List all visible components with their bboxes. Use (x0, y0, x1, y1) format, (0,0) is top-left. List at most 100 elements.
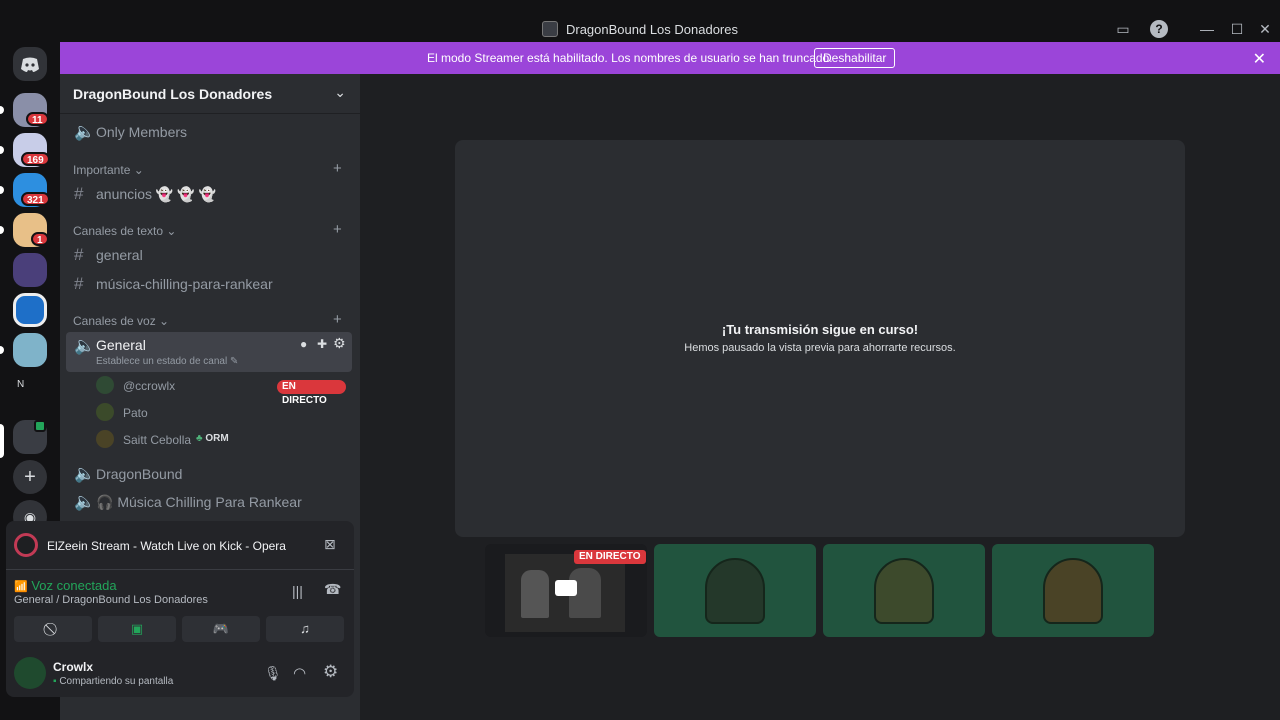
screen-share-button[interactable]: ▣ (98, 616, 176, 642)
channel-label: general (96, 247, 143, 263)
channel-label: anuncios 👻 👻 👻 (96, 186, 217, 202)
voice-user-name: @ccrowlx (123, 379, 176, 393)
voice-connected-status[interactable]: 📶 Voz conectada (14, 578, 117, 593)
voice-user-name: Saitt Cebolla (123, 433, 192, 447)
server-5[interactable] (13, 253, 47, 287)
inbox-icon[interactable]: ▭ (1114, 20, 1132, 38)
title-bar: DragonBound Los Donadores ▭ ? — ☐ ✕ (0, 0, 1280, 42)
channel-label: 🎧 Música Chilling Para Rankear (96, 494, 302, 510)
category-canales-voz[interactable]: Canales de voz ⌄ (73, 314, 169, 328)
user-settings-icon[interactable]: ⚙ (323, 662, 338, 682)
voice-panel: ElZeein Stream - Watch Live on Kick - Op… (6, 521, 354, 697)
discord-home-button[interactable] (13, 47, 47, 81)
clan-tag: ♣ ORM (196, 433, 229, 444)
category-importante[interactable]: Importante ⌄ (73, 163, 144, 177)
channel-status[interactable]: Establece un estado de canal ✎ (96, 356, 238, 367)
channel-general[interactable]: # general (66, 241, 352, 269)
gear-icon[interactable]: ⚙ (333, 335, 346, 352)
window-title-text: DragonBound Los Donadores (565, 22, 738, 37)
discord-icon (21, 57, 39, 72)
disconnect-icon[interactable]: ☎ (324, 581, 341, 598)
camera-off-button[interactable]: ⃠ (14, 616, 92, 642)
channel-label: Only Members (96, 124, 188, 140)
voice-user[interactable]: @ccrowlx EN DIRECTO (96, 374, 346, 406)
channel-musica[interactable]: # música-chilling-para-rankear (66, 270, 352, 298)
category-label: Importante (73, 163, 131, 177)
chevron-down-icon: ⌄ (334, 84, 346, 100)
close-window-button[interactable]: ✕ (1256, 20, 1274, 38)
avatar (96, 376, 114, 394)
banner-message: El modo Streamer está habilitado. Los no… (427, 51, 833, 65)
voice-location[interactable]: General / DragonBound Los Donadores (14, 594, 208, 606)
unread-indicator (0, 146, 4, 154)
voice-user[interactable]: Saitt Cebolla ♣ ORM (96, 428, 346, 452)
screen-share-indicator-icon (34, 420, 46, 432)
category-label: Canales de texto (73, 224, 164, 238)
avatar (705, 558, 765, 624)
stream-preview[interactable]: ¡Tu transmisión sigue en curso! Hemos pa… (455, 140, 1185, 537)
microphone-icon[interactable]: 🎙 (264, 665, 282, 682)
participant-tile[interactable] (823, 544, 985, 637)
soundboard-button[interactable]: ♫ (266, 616, 344, 642)
unread-indicator (0, 226, 4, 234)
live-badge: EN DIRECTO (574, 550, 646, 564)
avatar[interactable] (14, 657, 46, 689)
category-label: Canales de voz (73, 314, 156, 328)
participant-tile[interactable] (992, 544, 1154, 637)
mention-badge: 11 (26, 112, 49, 126)
selected-indicator (0, 424, 4, 458)
voice-channel-musica[interactable]: 🔈 🎧 Música Chilling Para Rankear (66, 488, 352, 516)
activity-icon (14, 533, 38, 557)
screen-share-icon: ▣ (130, 621, 144, 636)
server-6[interactable] (13, 293, 47, 327)
activities-button[interactable]: 🎮 (182, 616, 260, 642)
voice-channel-general[interactable]: 🔈 General Establece un estado de canal ✎… (66, 332, 352, 372)
chat-icon[interactable]: ● (300, 337, 307, 351)
headphones-icon[interactable]: ◠ (293, 664, 306, 682)
guild-name: DragonBound Los Donadores (73, 86, 273, 102)
participant-tile-stream[interactable]: EN DIRECTO (485, 544, 647, 637)
add-channel-icon[interactable]: + (333, 221, 342, 238)
clan-tag-text: ORM (205, 433, 229, 444)
server-7[interactable] (13, 333, 47, 367)
channel-status-text: Establece un estado de canal (96, 356, 228, 367)
voice-user-name: Pato (123, 406, 148, 420)
add-channel-icon[interactable]: + (333, 160, 342, 177)
voice-channel-dragonbound[interactable]: 🔈 DragonBound (66, 460, 352, 488)
channel-label: General (96, 337, 146, 353)
category-canales-texto[interactable]: Canales de texto ⌄ (73, 224, 176, 238)
minimize-button[interactable]: — (1198, 20, 1216, 38)
maximize-button[interactable]: ☐ (1228, 20, 1246, 38)
streamer-mode-banner: El modo Streamer está habilitado. Los no… (60, 42, 1280, 74)
channel-anuncios[interactable]: # anuncios 👻 👻 👻 (66, 180, 352, 208)
participant-tile[interactable] (654, 544, 816, 637)
add-channel-icon[interactable]: + (333, 311, 342, 328)
guild-header[interactable]: DragonBound Los Donadores ⌄ (60, 74, 360, 114)
hash-icon: # (74, 245, 84, 264)
close-icon[interactable]: ✕ (1253, 49, 1266, 69)
channel-only-members[interactable]: 🔈 Only Members (66, 118, 352, 146)
window-title: DragonBound Los Donadores (0, 21, 1280, 37)
server-icon (541, 21, 558, 37)
monitor-icon (555, 580, 577, 596)
signal-icon: 📶 (14, 581, 28, 593)
channel-label: música-chilling-para-rankear (96, 276, 273, 292)
voice-status-text: Voz conectada (31, 578, 117, 593)
unread-indicator (0, 106, 4, 114)
speaker-icon: 🔈 (74, 122, 96, 141)
noise-suppression-icon[interactable]: ||| (292, 583, 303, 599)
voice-user[interactable]: Pato (96, 401, 346, 425)
stop-stream-icon[interactable]: ⊠ (324, 536, 336, 553)
avatar (96, 430, 114, 448)
screen-icon: ▪ (53, 676, 57, 687)
live-badge: EN DIRECTO (277, 380, 346, 406)
server-folder-label[interactable]: N (17, 379, 24, 390)
help-icon[interactable]: ? (1150, 20, 1168, 38)
person-silhouette (521, 570, 549, 618)
add-server-button[interactable]: + (13, 460, 47, 494)
disable-streamer-button[interactable]: Deshabilitar (814, 48, 896, 68)
invite-icon[interactable]: ✚ (317, 337, 327, 351)
user-status: ▪ Compartiendo su pantalla (53, 676, 173, 687)
avatar (1043, 558, 1103, 624)
avatar (874, 558, 934, 624)
